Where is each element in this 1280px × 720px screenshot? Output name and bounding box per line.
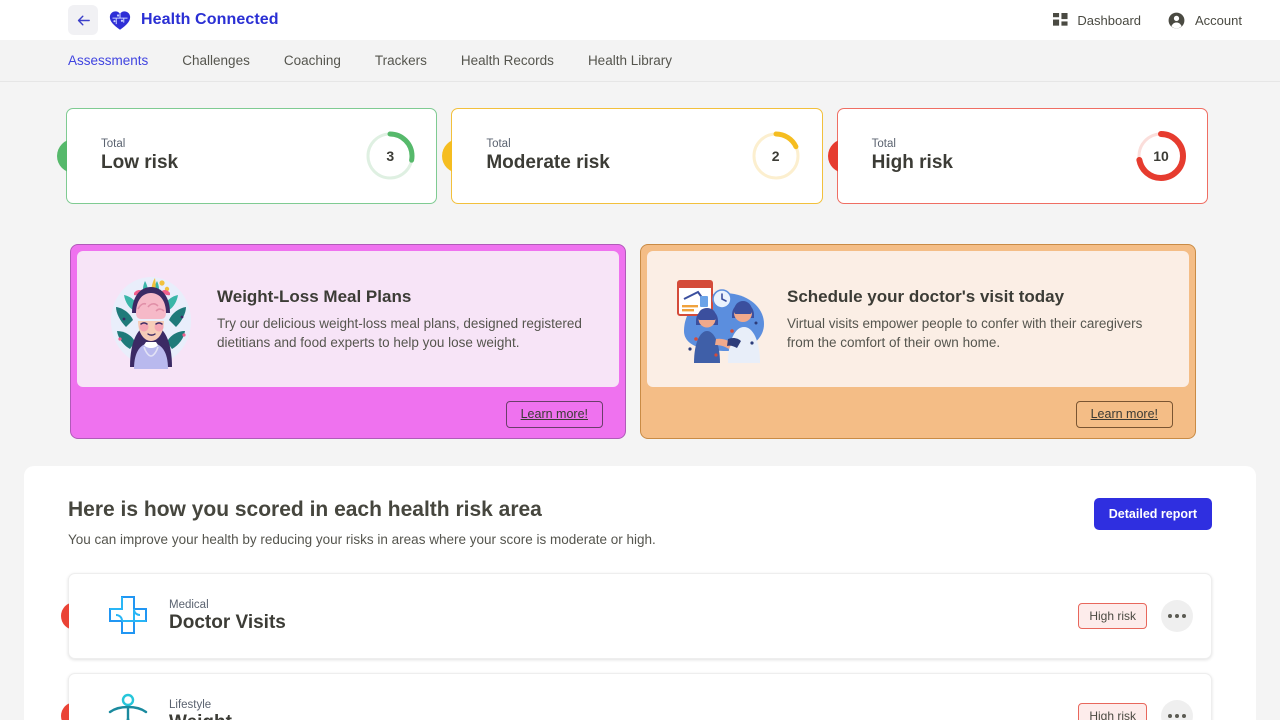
promo-title: Schedule your doctor's visit today [787,286,1065,306]
risk-total-label: Total [101,138,126,150]
learn-more-button-doctor-visit[interactable]: Learn more! [1075,401,1173,428]
risk-donut-low: 3 [364,130,416,182]
promo-card-meal-plans[interactable]: Weight-Loss Meal Plans Try our delicious… [70,244,626,439]
top-bar: Health Connected Dashboard Account [0,0,1280,40]
account-link[interactable]: Account [1167,11,1242,30]
main-navigation: Assessments Challenges Coaching Trackers… [0,40,1280,82]
woman-flowers-brain-illustration [91,267,211,371]
page-subtitle: You can improve your health by reducing … [68,532,656,547]
page-title: Here is how you scored in each health ri… [68,498,542,521]
doctor-vaccination-illustration [661,267,781,371]
arrow-left-icon [77,15,90,25]
risk-accent-nub [61,702,77,720]
promo-body: Virtual visits empower people to confer … [787,315,1143,350]
table-row[interactable]: Medical Doctor Visits High risk [61,573,1212,659]
risk-accent-nub [442,139,463,173]
grid-dashboard-icon [1053,12,1068,26]
tab-health-library[interactable]: Health Library [588,40,672,82]
page-content: Total Low risk 3 Total Moderate risk 2 T… [0,82,1280,720]
brand-logo[interactable]: Health Connected [108,8,279,32]
medical-cross-icon [99,587,157,645]
back-button[interactable] [68,5,98,35]
more-options-icon[interactable] [1161,600,1193,632]
health-risk-areas-panel: Here is how you scored in each health ri… [24,466,1256,720]
promo-title: Weight-Loss Meal Plans [217,286,412,306]
risk-summary-row: Total Low risk 3 Total Moderate risk 2 T… [0,82,1280,204]
puzzle-heart-logo [109,11,131,30]
risk-count-value: 10 [1153,148,1169,164]
risk-total-label: Total [486,138,511,150]
risk-level-label: High risk [871,152,953,173]
risk-accent-nub [61,602,77,630]
promo-body: Try our delicious weight-loss meal plans… [217,315,582,350]
area-name: Doctor Visits [169,611,286,633]
brand-name: Health Connected [141,11,279,28]
account-label: Account [1195,12,1242,28]
promo-row: Weight-Loss Meal Plans Try our delicious… [0,204,1280,439]
scores-header: Here is how you scored in each health ri… [68,498,1212,547]
body-person-icon [99,687,157,720]
risk-card-moderate[interactable]: Total Moderate risk 2 [442,108,823,204]
risk-accent-nub [827,139,848,173]
risk-card-high[interactable]: Total High risk 10 [827,108,1208,204]
more-options-icon[interactable] [1161,700,1193,720]
risk-count-value: 3 [386,148,395,164]
area-category: Lifestyle [169,698,212,711]
risk-accent-nub [57,139,77,173]
status-badge[interactable]: High risk [1078,603,1147,629]
dashboard-label: Dashboard [1077,12,1142,28]
tab-coaching[interactable]: Coaching [284,40,341,82]
tab-health-records[interactable]: Health Records [461,40,554,82]
area-category: Medical [169,598,209,611]
table-row[interactable]: Lifestyle Weight High risk [61,673,1212,720]
risk-count-value: 2 [771,148,780,164]
risk-level-label: Moderate risk [486,152,610,173]
risk-donut-high: 10 [1135,130,1187,182]
status-badge[interactable]: High risk [1078,703,1147,720]
tab-trackers[interactable]: Trackers [375,40,427,82]
promo-card-doctor-visit[interactable]: Schedule your doctor's visit today Virtu… [640,244,1196,439]
person-circle-icon [1168,12,1185,28]
tab-assessments[interactable]: Assessments [68,40,148,82]
risk-card-low[interactable]: Total Low risk 3 [57,108,438,204]
top-bar-actions: Dashboard Account [1053,11,1264,30]
risk-donut-moderate: 2 [750,130,802,182]
learn-more-button-meal-plans[interactable]: Learn more! [505,401,603,428]
risk-level-label: Low risk [101,152,179,173]
area-name: Weight [169,712,1078,720]
risk-area-list: Medical Doctor Visits High risk Lifestyl… [61,573,1212,720]
tab-challenges[interactable]: Challenges [182,40,250,82]
dashboard-link[interactable]: Dashboard [1053,12,1142,28]
risk-total-label: Total [871,138,896,150]
detailed-report-button[interactable]: Detailed report [1093,498,1212,530]
